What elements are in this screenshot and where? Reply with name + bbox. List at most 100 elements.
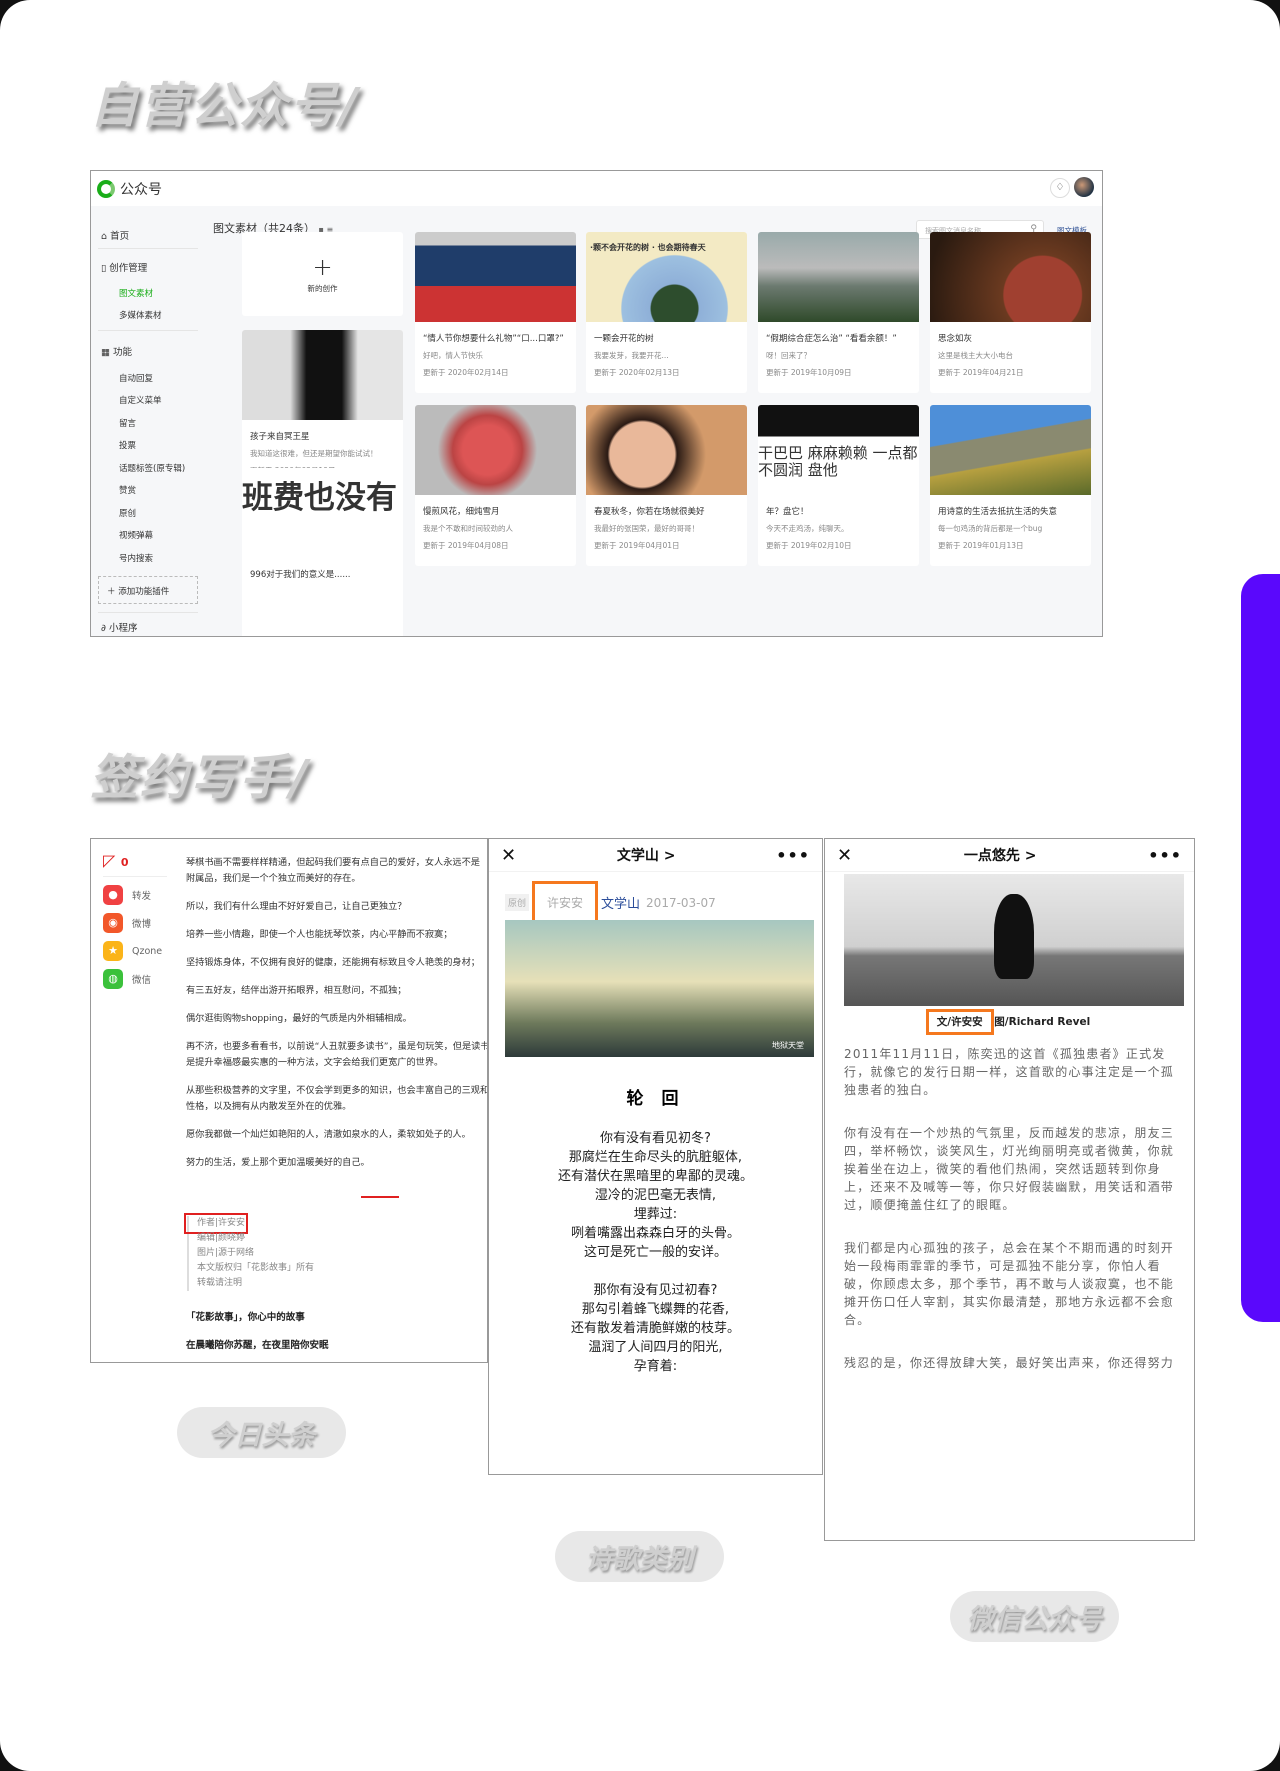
more-icon[interactable]: ••• — [776, 846, 810, 865]
article-card[interactable]: “情人节你想要什么礼物”“口...口罩?” 好吧，情人节快乐 更新于 2020年02… — [415, 232, 576, 393]
wechat-article-phone: ✕ 一点悠先 > ••• 文/许安安 图/Richard Revel 2011年11… — [824, 838, 1195, 1541]
account-link[interactable]: 一点悠先 > — [964, 845, 1037, 865]
article-card[interactable]: 用诗意的生活去抵抗生活的失意 每一句鸡汤的背后都是一个bug 更新于 2019年01… — [930, 405, 1091, 566]
sidebar: ⌂ 首页 ▯ 创作管理 图文素材 多媒体素材 ▦ 功能 自动回复 自定义菜单 留… — [91, 206, 201, 636]
article-body: 琴棋书画不需要样样精通，但起码我们要有点自己的爱好，女人永远不是附属品，我们是一… — [186, 857, 488, 1168]
account-link[interactable]: 文学山 > — [617, 845, 676, 865]
card-image: 干巴巴 麻麻赖赖 一点都不圆润 盘他 — [758, 405, 919, 495]
credits: 作者|许安安 编辑|颜晓婷 图片|源于网络 本文版权归「花影故事」所有 转载请注… — [183, 1213, 314, 1291]
label-poetry: 诗歌类别 — [555, 1531, 724, 1582]
author-credit-highlight: 作者|许安安 — [183, 1213, 249, 1234]
poem-body: 你有没有看见初冬? 那腐烂在生命尽头的肮脏躯体, 还有潜伏在黑暗里的卑鄙的灵魂。 湿冷… — [557, 1131, 753, 1374]
sidebar-item-create[interactable]: ▯ 创作管理 — [101, 260, 147, 274]
more-icon[interactable]: ••• — [1148, 846, 1182, 865]
author-highlight: 文/许安安 — [925, 1009, 994, 1035]
sidebar-item-materials[interactable]: 图文素材 — [119, 287, 153, 299]
sidebar-item[interactable]: 自动回复 — [119, 372, 153, 384]
sidebar-item[interactable]: 号内搜索 — [119, 552, 153, 564]
card-image — [415, 232, 576, 322]
article-card[interactable]: ·颗不会开花的树 · 也会期待春天 一颗会开花的树 我要发芽，我要开花... 更新于 … — [586, 232, 747, 393]
original-tag: 原创 — [505, 894, 530, 911]
card-image — [415, 405, 576, 495]
article-card[interactable]: 孩子来自冥王星我知道这很难，但还是期望你能试试！更新于 2020年02月19日 — [242, 330, 403, 489]
card-image — [930, 232, 1091, 322]
card-image — [930, 405, 1091, 495]
section-title-official: 自营公众号/ — [90, 78, 360, 134]
sidebar-item[interactable]: 留言 — [119, 417, 136, 429]
mp-title: 公众号 — [120, 181, 162, 198]
phone-header: ✕ 一点悠先 > ••• — [825, 839, 1194, 872]
sidebar-item-media[interactable]: 多媒体素材 — [119, 309, 162, 321]
wechat-icon: ◍ — [103, 969, 123, 989]
weibo-icon: ◉ — [103, 913, 123, 933]
article-body: 2011年11月11日，陈奕迅的这首《孤独患者》正式发行，就像它的发行日期一样，… — [844, 1047, 1175, 1370]
mp-backend-screenshot: 公众号 ♢ ⌂ 首页 ▯ 创作管理 图文素材 多媒体素材 ▦ 功能 自动回复 自… — [90, 170, 1103, 637]
document-icon: ▯ — [101, 263, 110, 274]
comment-icon: ◸ — [103, 851, 116, 870]
image-caption: 文/许安安 图/Richard Revel — [825, 1009, 1194, 1035]
bell-icon[interactable]: ♢ — [1050, 178, 1070, 198]
plus-icon: + — [312, 252, 333, 281]
sidebar-item[interactable]: 原创 — [119, 507, 136, 519]
sidebar-item[interactable]: 视频弹幕 — [119, 529, 153, 541]
watermark: 地狱天堂 — [772, 1041, 804, 1050]
card-image: ·颗不会开花的树 · 也会期待春天 — [586, 232, 747, 322]
card-image: 班费也没有 — [242, 468, 403, 558]
share-forward[interactable]: ● 转发 — [103, 885, 167, 905]
link-icon: ∂ — [101, 623, 109, 634]
account-name-link[interactable]: 文学山 — [601, 893, 640, 912]
grid-icon: ▦ — [101, 347, 113, 358]
qzone-star-icon: ★ — [103, 941, 123, 961]
slogan: 在晨曦陪你苏醒，在夜里陪你安眠 — [186, 1340, 329, 1351]
share-bar: ◸ 0 ● 转发 ◉ 微博 ★ Qzone ◍ 微信 — [103, 851, 167, 989]
add-plugin-button[interactable]: ＋ 添加功能插件 — [98, 576, 198, 604]
article-card[interactable]: 春夏秋冬，你若在场就很美好 我最好的张国荣，最好的哥哥！ 更新于 2019年04月0… — [586, 405, 747, 566]
article-card[interactable]: 思念如灰 这里是栈主大大小电台 更新于 2019年04月21日 — [930, 232, 1091, 393]
phone-header: ✕ 文学山 > ••• — [489, 839, 822, 872]
sidebar-item[interactable]: 话题标签(原专辑) — [119, 462, 185, 474]
sidebar-item[interactable]: 赞赏 — [119, 484, 136, 496]
toutiao-article-screenshot: ◸ 0 ● 转发 ◉ 微博 ★ Qzone ◍ 微信 琴棋书画不需要样样精通，但起码我们… — [90, 838, 488, 1363]
card-image — [586, 405, 747, 495]
cat-figure — [994, 894, 1034, 979]
publish-date: 2017-03-07 — [646, 895, 716, 910]
sidebar-item-home[interactable]: ⌂ 首页 — [101, 228, 129, 242]
divider — [98, 612, 198, 613]
poem-article-phone: ✕ 文学山 > ••• 原创 许安安 文学山 2017-03-07 地狱天堂 轮 回… — [488, 838, 823, 1475]
share-wechat[interactable]: ◍ 微信 — [103, 969, 167, 989]
poem-title: 轮 回 — [626, 1089, 685, 1109]
close-icon[interactable]: ✕ — [837, 845, 852, 866]
share-weibo[interactable]: ◉ 微博 — [103, 913, 167, 933]
label-wechat: 微信公众号 — [950, 1591, 1119, 1642]
author-highlight: 许安安 — [532, 881, 599, 924]
close-icon[interactable]: ✕ — [501, 845, 516, 866]
section-title-writer: 签约写手/ — [90, 750, 310, 806]
comment-button[interactable]: ◸ 0 — [103, 851, 167, 870]
forward-icon: ● — [103, 885, 123, 905]
page: 自营公众号/ 签约写手/ 公众号 ♢ ⌂ 首页 ▯ 创作管理 图文素材 多媒体素… — [0, 0, 1280, 1771]
card-image — [758, 232, 919, 322]
card-image — [242, 330, 403, 420]
article-card[interactable]: “假期综合症怎么治” “看看余额！” 呀！回来了？ 更新于 2019年10月09日 — [758, 232, 919, 393]
sidebar-item[interactable]: 自定义菜单 — [119, 394, 162, 406]
divider — [98, 248, 198, 249]
article-card[interactable]: 慢煎风花，细炖雪月 我是个不敢和时间较劲的人 更新于 2019年04月08日 — [415, 405, 576, 566]
home-icon: ⌂ — [101, 231, 111, 242]
divider — [98, 330, 198, 331]
side-tab[interactable] — [1241, 574, 1280, 1322]
article-card[interactable]: 干巴巴 麻麻赖赖 一点都不圆润 盘他 年？盘它！ 今天不走鸡汤，纯聊天。 更新于 20… — [758, 405, 919, 566]
share-qzone[interactable]: ★ Qzone — [103, 941, 167, 961]
wechat-mp-logo-icon — [97, 179, 115, 198]
sidebar-item[interactable]: 投票 — [119, 439, 136, 451]
new-creation-button[interactable]: + 新的创作 — [242, 232, 403, 316]
article-card[interactable]: 班费也没有 996对于我们的意义是...... — [242, 468, 403, 636]
article-meta: 原创 许安安 文学山 2017-03-07 — [505, 881, 716, 924]
sidebar-item-miniprogram[interactable]: ∂ 小程序 — [101, 620, 137, 634]
sidebar-item-features[interactable]: ▦ 功能 — [101, 344, 132, 358]
label-toutiao: 今日头条 — [177, 1407, 346, 1458]
avatar[interactable] — [1074, 177, 1094, 197]
mp-header: 公众号 ♢ — [91, 171, 1102, 206]
poem-cover-image: 地狱天堂 — [505, 920, 814, 1057]
divider — [361, 1196, 399, 1198]
plus-icon: ＋ — [107, 587, 119, 597]
